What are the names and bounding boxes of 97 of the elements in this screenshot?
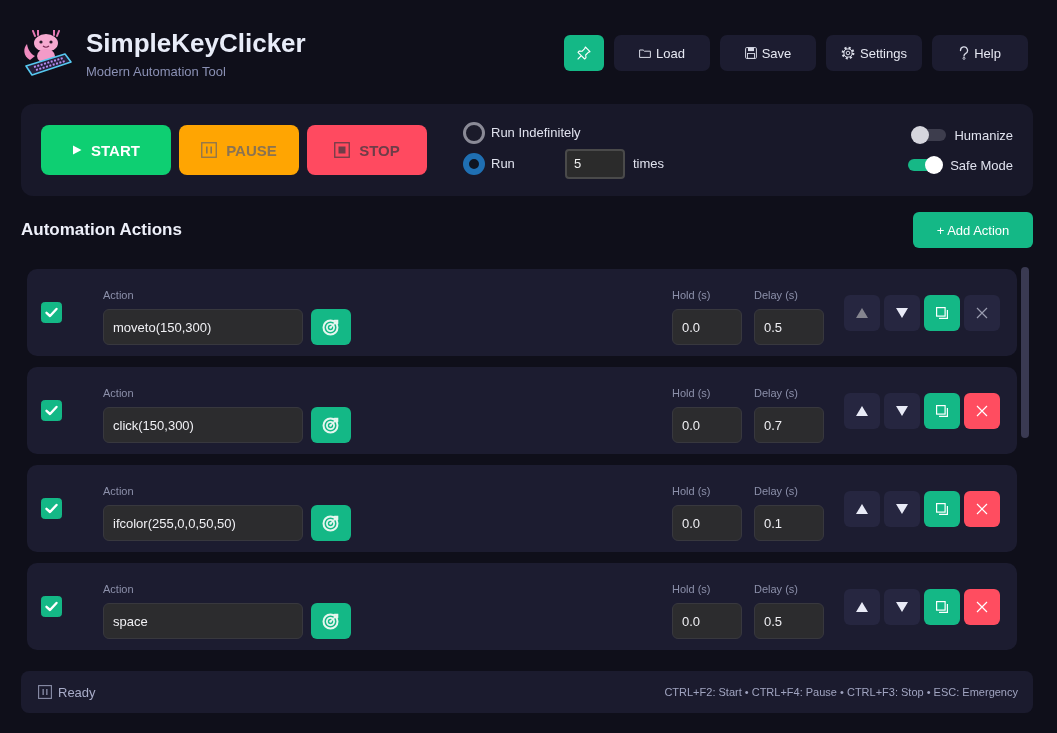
hold-field[interactable]: 0.0 <box>672 309 742 345</box>
target-button[interactable] <box>311 309 351 345</box>
copy-icon <box>936 404 948 417</box>
up-triangle-icon <box>856 307 868 318</box>
pause-icon <box>38 685 52 699</box>
radio-button[interactable] <box>463 121 485 144</box>
field-label: Action <box>103 288 135 302</box>
up-triangle-icon <box>856 503 868 514</box>
x-icon <box>976 502 988 515</box>
delay-field[interactable]: 0.5 <box>754 603 824 639</box>
action-field[interactable]: ifcolor(255,0,0,50,50) <box>103 505 303 541</box>
move-down-button[interactable] <box>884 294 920 331</box>
hold-field[interactable]: 0.0 <box>672 407 742 443</box>
mascot-logo-icon <box>21 30 73 78</box>
field-label: Action <box>103 484 135 498</box>
field-label: Hold (s) <box>672 582 712 596</box>
save-icon <box>744 47 757 59</box>
target-button[interactable] <box>311 603 351 639</box>
copy-icon <box>936 306 948 319</box>
play-icon <box>72 145 83 155</box>
toggle-switch[interactable] <box>907 156 944 174</box>
folder-icon <box>639 47 652 59</box>
target-button[interactable] <box>311 505 351 541</box>
checkbox[interactable] <box>41 498 62 519</box>
field-label: Delay (s) <box>754 582 799 596</box>
up-triangle-icon <box>856 405 868 416</box>
move-up-button[interactable] <box>844 392 880 429</box>
move-down-button[interactable] <box>884 490 920 527</box>
shortcut-hints: CTRL+F2: Start • CTRL+F4: Pause • CTRL+F3: Stop • ESC: Emergency <box>664 686 1018 698</box>
target-icon <box>322 514 340 532</box>
field-label: Delay (s) <box>754 288 799 302</box>
radio-button[interactable] <box>463 152 485 175</box>
app-title: SimpleKeyClicker <box>86 28 306 58</box>
scrollbar[interactable] <box>1021 267 1029 438</box>
delay-field[interactable]: 0.7 <box>754 407 824 443</box>
duplicate-button[interactable] <box>924 392 960 429</box>
pause-icon <box>201 142 218 158</box>
count-suffix-label: times <box>633 156 665 171</box>
delete-button[interactable] <box>964 588 1000 625</box>
status-text: Ready <box>58 684 96 700</box>
field-label: Hold (s) <box>672 484 712 498</box>
delete-button[interactable] <box>964 490 1000 527</box>
move-down-button[interactable] <box>884 392 920 429</box>
move-up-button[interactable] <box>844 588 880 625</box>
x-icon <box>976 404 988 417</box>
radio-label: Run <box>491 156 516 171</box>
radio-label: Run Indefinitely <box>491 125 581 140</box>
move-up-button[interactable] <box>844 490 880 527</box>
field-label: Delay (s) <box>754 386 799 400</box>
field-label: Hold (s) <box>672 386 712 400</box>
copy-icon <box>936 502 948 515</box>
field-label: Hold (s) <box>672 288 712 302</box>
section-title: Automation Actions <box>21 220 182 240</box>
stop-icon <box>334 142 351 158</box>
copy-icon <box>936 600 948 613</box>
delay-field[interactable]: 0.5 <box>754 309 824 345</box>
load-button[interactable]: Load <box>614 35 710 71</box>
toggle-label: Safe Mode <box>950 157 1013 173</box>
target-icon <box>322 416 340 434</box>
checkbox[interactable] <box>41 400 62 421</box>
down-triangle-icon <box>896 503 908 514</box>
delay-field[interactable]: 0.1 <box>754 505 824 541</box>
down-triangle-icon <box>896 307 908 318</box>
move-down-button[interactable] <box>884 588 920 625</box>
down-triangle-icon <box>896 405 908 416</box>
pin-icon <box>576 45 592 61</box>
target-icon <box>322 318 340 336</box>
repeat-count-field[interactable]: 5 <box>565 148 625 179</box>
duplicate-button[interactable] <box>924 294 960 331</box>
settings-icon <box>841 46 855 60</box>
hold-field[interactable]: 0.0 <box>672 505 742 541</box>
checkbox[interactable] <box>41 596 62 617</box>
pin-button[interactable] <box>564 35 604 71</box>
save-button[interactable]: Save <box>720 35 816 71</box>
x-icon <box>976 600 988 613</box>
toggle-switch[interactable] <box>911 126 948 144</box>
checkbox[interactable] <box>41 302 62 323</box>
hold-field[interactable]: 0.0 <box>672 603 742 639</box>
down-triangle-icon <box>896 601 908 612</box>
toggle-label: Humanize <box>954 127 1013 143</box>
duplicate-button[interactable] <box>924 588 960 625</box>
help-button[interactable]: Help <box>932 35 1028 71</box>
target-button[interactable] <box>311 407 351 443</box>
action-field[interactable]: space <box>103 603 303 639</box>
delete-button[interactable] <box>964 392 1000 429</box>
app-subtitle: Modern Automation Tool <box>86 64 227 80</box>
action-field[interactable]: moveto(150,300) <box>103 309 303 345</box>
up-triangle-icon <box>856 601 868 612</box>
field-label: Action <box>103 386 135 400</box>
action-field[interactable]: click(150,300) <box>103 407 303 443</box>
target-icon <box>322 612 340 630</box>
settings-button[interactable]: Settings <box>826 35 922 71</box>
field-label: Delay (s) <box>754 484 799 498</box>
x-icon <box>976 306 988 319</box>
duplicate-button[interactable] <box>924 490 960 527</box>
field-label: Action <box>103 582 135 596</box>
help-icon <box>959 46 970 60</box>
